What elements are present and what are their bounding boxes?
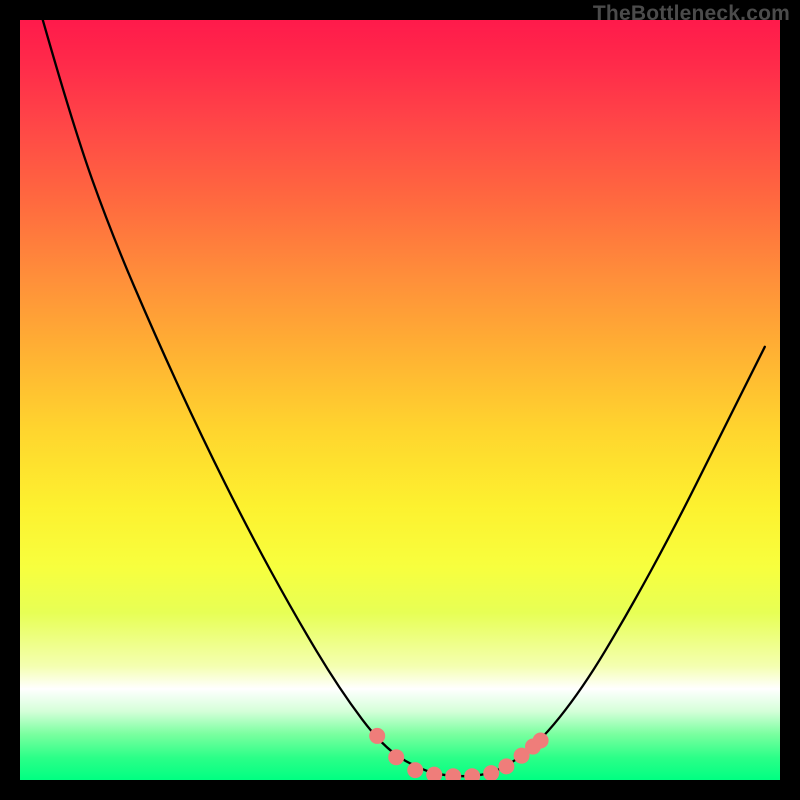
markers-layer (369, 728, 548, 780)
data-marker (533, 732, 549, 748)
chart-svg (20, 20, 780, 780)
chart-frame: TheBottleneck.com (0, 0, 800, 800)
data-marker (483, 765, 499, 780)
data-marker (498, 758, 514, 774)
bottleneck-curve (43, 20, 765, 776)
curve-layer (43, 20, 765, 776)
data-marker (369, 728, 385, 744)
data-marker (445, 768, 461, 780)
data-marker (407, 762, 423, 778)
data-marker (388, 749, 404, 765)
data-marker (464, 768, 480, 780)
data-marker (426, 767, 442, 780)
plot-area (20, 20, 780, 780)
